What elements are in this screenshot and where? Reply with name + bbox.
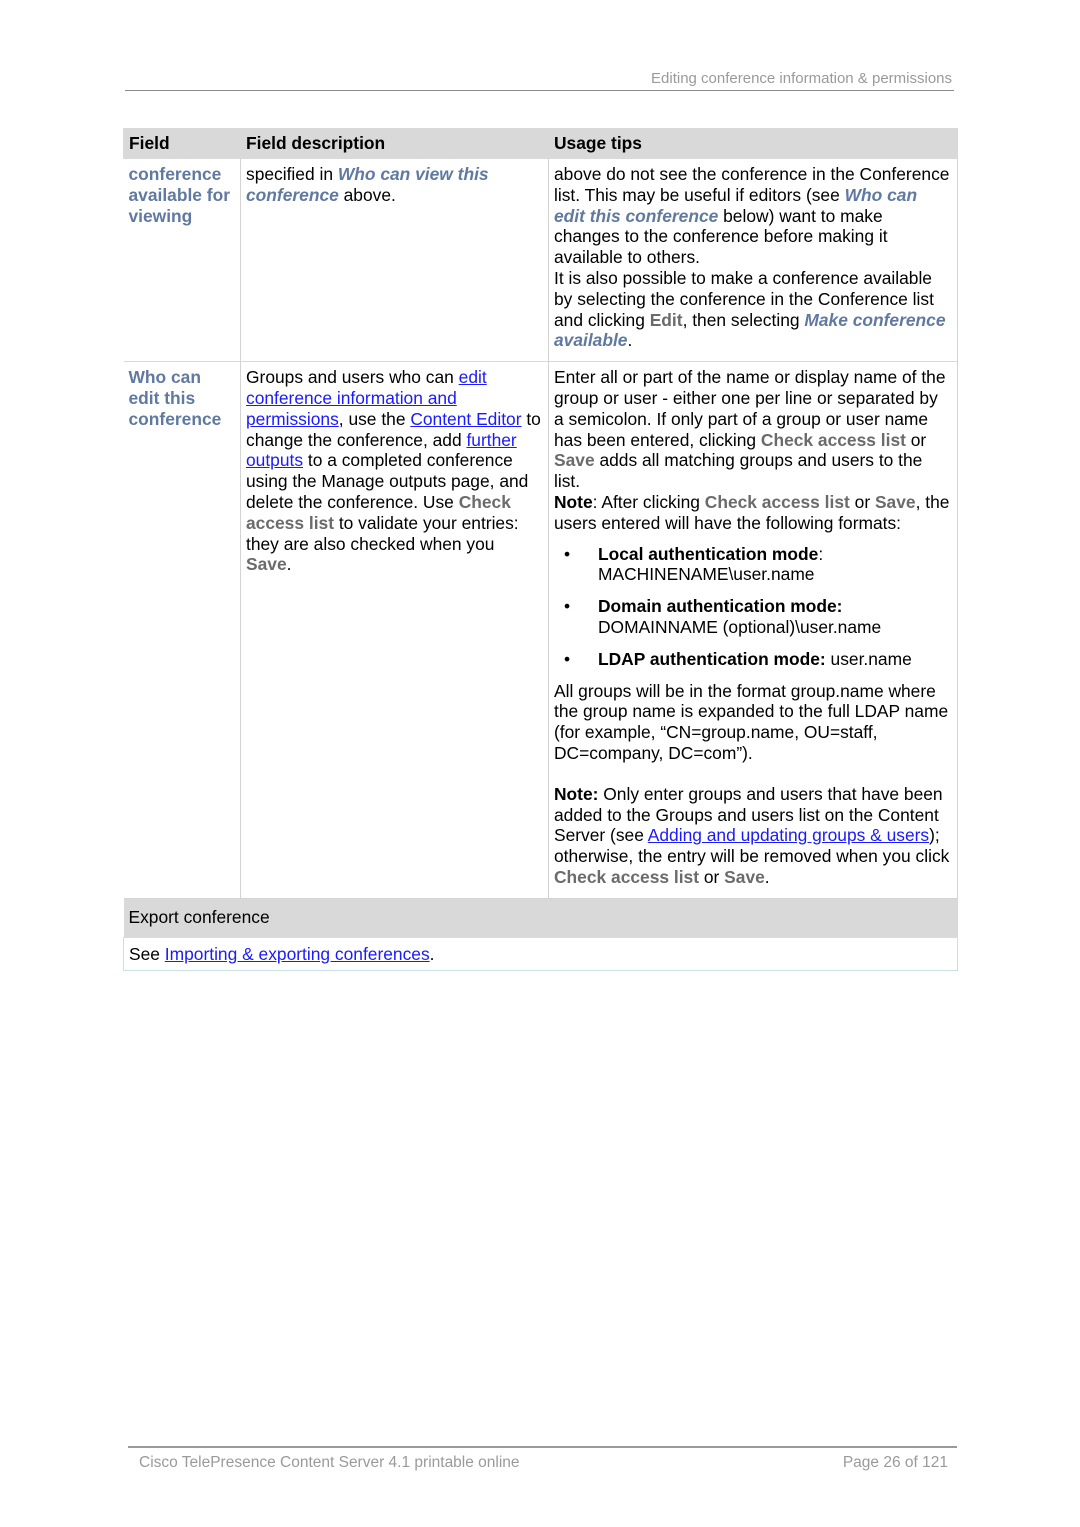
field-table: Field Field description Usage tips confe… <box>123 128 958 972</box>
text: adds all matching groups and users to th… <box>554 450 923 492</box>
note-label: Note: <box>554 783 599 804</box>
text: : <box>818 543 824 564</box>
text: specified in <box>246 164 338 184</box>
mode-format: user.name <box>825 648 912 669</box>
text: . <box>764 866 770 887</box>
note-label: Note <box>554 491 593 512</box>
mode-format: DOMAINNAME (optional)\user.name <box>598 616 882 637</box>
link-importing-exporting[interactable]: Importing & exporting conferences <box>165 944 430 964</box>
field-name: conference available for viewing <box>128 164 231 226</box>
footer-doc-title: Cisco TelePresence Content Server 4.1 pr… <box>139 1454 520 1471</box>
note-paragraph: Note: Only enter groups and users that h… <box>554 784 952 888</box>
table-row: Who can edit this conference Groups and … <box>123 361 958 899</box>
export-section-body: See Importing & exporting conferences. <box>123 936 958 972</box>
list-item: LDAP authentication mode: user.name <box>564 648 952 670</box>
export-description: See Importing & exporting conferences. <box>123 936 958 972</box>
text: or <box>849 491 875 512</box>
export-title: Export conference <box>123 897 958 937</box>
text: : After clicking <box>592 491 705 512</box>
mode-format: MACHINENAME\user.name <box>598 564 815 585</box>
text: Groups and users who can <box>246 367 459 388</box>
column-header-usage-tips: Usage tips <box>548 128 958 159</box>
text: , then selecting <box>682 309 805 330</box>
text: , use the <box>338 408 411 429</box>
ui-label-check-access-list: Check access list <box>760 429 906 450</box>
link-adding-updating-groups[interactable]: Adding and updating groups & users <box>648 825 929 845</box>
ui-label-save: Save <box>724 866 765 887</box>
text: . <box>429 943 435 964</box>
column-header-field: Field <box>123 128 241 159</box>
list-item: Domain authentication mode:DOMAINNAME (o… <box>564 596 952 638</box>
groups-format-paragraph: All groups will be in the format group.n… <box>554 680 949 763</box>
ui-label-edit: Edit <box>649 309 683 330</box>
auth-mode-list: Local authentication mode:MACHINENAME\us… <box>554 544 952 670</box>
tips-paragraph: Enter all or part of the name or display… <box>554 367 952 492</box>
footer-divider <box>128 1446 957 1448</box>
mode-label: LDAP authentication mode: <box>598 648 826 669</box>
field-name: Who can edit this conference <box>123 361 241 899</box>
text: . <box>286 554 292 575</box>
text: above. <box>338 184 396 205</box>
field-description: specified in Who can view this conferenc… <box>240 159 549 362</box>
ui-label-save: Save <box>874 491 916 512</box>
mode-label: Domain authentication mode: <box>598 596 843 617</box>
table-row: conference available for viewing specifi… <box>124 159 958 362</box>
table-header-row: Field Field description Usage tips <box>123 128 958 159</box>
footer-page-number: Page 26 of 121 <box>842 1454 948 1471</box>
export-section-header: Export conference <box>123 897 958 937</box>
ui-label-save: Save <box>246 554 287 575</box>
usage-tips: Enter all or part of the name or display… <box>548 361 958 899</box>
section-title: Editing conference information & permiss… <box>651 70 952 87</box>
ui-label-save: Save <box>554 450 595 471</box>
ui-label-check-access-list: Check access list <box>554 866 700 887</box>
mode-label: Local authentication mode <box>598 543 819 564</box>
text: See <box>129 943 165 964</box>
ui-label-check-access-list: Check access list <box>704 491 850 512</box>
text: or <box>699 866 725 887</box>
note-paragraph: Note: After clicking Check access list o… <box>554 492 952 534</box>
list-item: Local authentication mode:MACHINENAME\us… <box>564 543 952 586</box>
column-header-description: Field description <box>240 128 549 159</box>
field-description: Groups and users who can edit conference… <box>240 361 549 899</box>
text: . <box>627 330 633 351</box>
link-content-editor[interactable]: Content Editor <box>410 409 521 429</box>
page-header: Editing conference information & permiss… <box>125 68 954 91</box>
text: or <box>905 429 927 450</box>
usage-tips: above do not see the conference in the C… <box>548 159 958 362</box>
